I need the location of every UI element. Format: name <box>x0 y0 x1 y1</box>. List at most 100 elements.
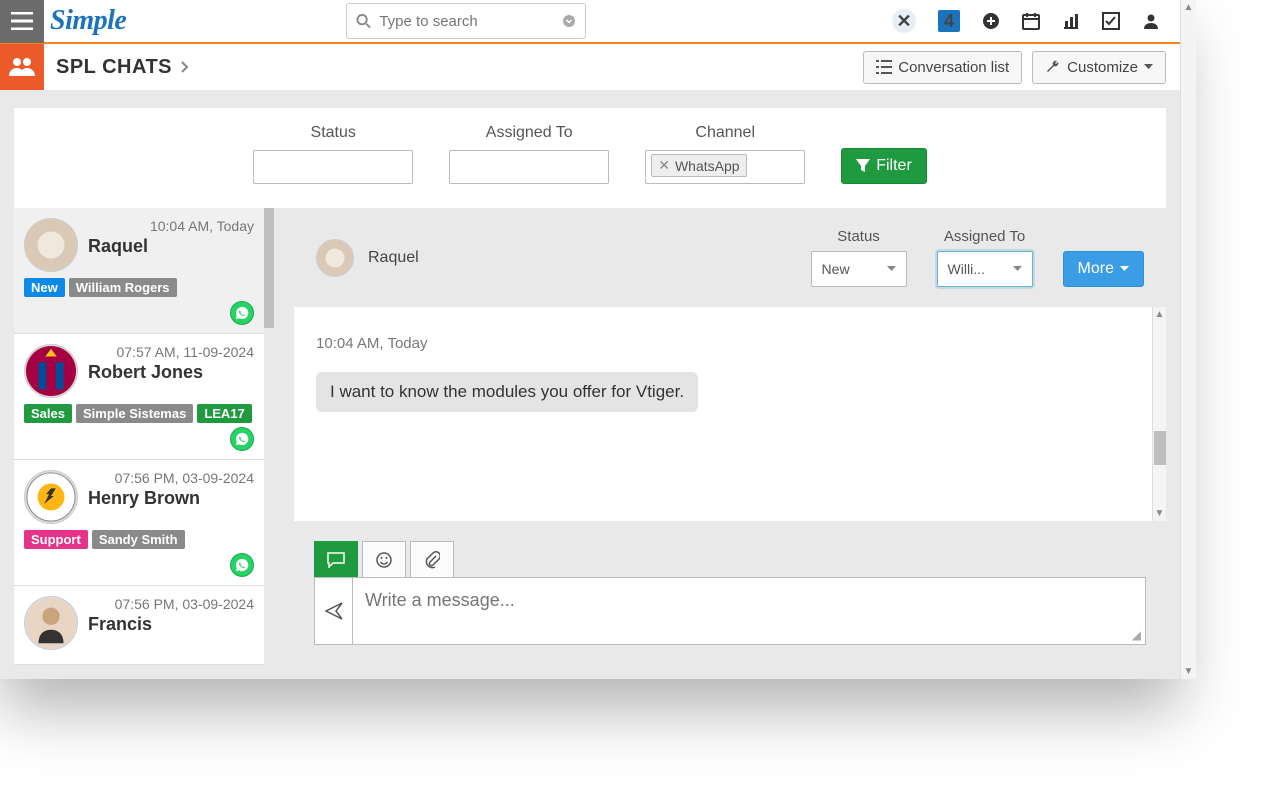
whatsapp-icon <box>230 427 254 451</box>
topbar: Simple ✕ 4 <box>0 0 1180 44</box>
page-title[interactable]: SPL CHATS <box>56 56 190 79</box>
speech-icon <box>327 552 345 568</box>
channel-label: Channel <box>695 124 755 142</box>
chat-time: 07:56 PM, 03-09-2024 <box>88 596 254 612</box>
logo[interactable]: Simple <box>44 5 136 37</box>
chat-time: 07:57 AM, 11-09-2024 <box>88 344 254 360</box>
calendar-icon[interactable] <box>1022 12 1040 30</box>
avatar <box>24 596 78 650</box>
chat-list-scrollbar[interactable] <box>264 208 274 665</box>
menu-hamburger[interactable] <box>0 0 44 43</box>
avatar <box>24 470 78 524</box>
customize-button[interactable]: Customize <box>1032 51 1166 84</box>
notification-count[interactable]: 4 <box>938 10 960 32</box>
whatsapp-icon <box>230 301 254 325</box>
badge: Sales <box>24 404 72 423</box>
chat-list: 10:04 AM, Today Raquel NewWilliam Rogers… <box>14 208 264 665</box>
window-scrollbar[interactable]: ▲ ▼ <box>1180 0 1196 679</box>
badge: Support <box>24 530 88 549</box>
global-search <box>346 3 586 39</box>
status-label: Status <box>311 124 356 142</box>
plus-icon[interactable] <box>982 12 1000 30</box>
conv-status-col: Status New <box>811 228 907 287</box>
send-icon <box>325 602 343 620</box>
channel-input[interactable]: ✕ WhatsApp <box>645 150 805 184</box>
badges: NewWilliam Rogers <box>24 278 254 297</box>
message-time: 10:04 AM, Today <box>316 335 1144 352</box>
badge: William Rogers <box>69 278 177 297</box>
badge: Sandy Smith <box>92 530 185 549</box>
chart-icon[interactable] <box>1062 12 1080 30</box>
filter-button[interactable]: Filter <box>841 148 927 184</box>
badge: Simple Sistemas <box>76 404 193 423</box>
user-icon[interactable] <box>1142 12 1160 30</box>
avatar <box>24 218 78 272</box>
chat-time: 10:04 AM, Today <box>88 218 254 234</box>
compose-tab-emoji[interactable] <box>362 541 406 577</box>
compose-tab-attach[interactable] <box>410 541 454 577</box>
chat-item[interactable]: 07:56 PM, 03-09-2024 Francis <box>14 586 264 665</box>
badge: LEA17 <box>197 404 251 423</box>
compose-input[interactable] <box>353 578 1128 644</box>
chat-name: Henry Brown <box>88 488 254 509</box>
search-input[interactable] <box>346 3 586 39</box>
badge: New <box>24 278 65 297</box>
chat-time: 07:56 PM, 03-09-2024 <box>88 470 254 486</box>
compose-tabs <box>314 541 1146 577</box>
module-icon[interactable] <box>0 44 44 90</box>
compose-area: ◢ <box>294 521 1166 665</box>
app-x-icon[interactable]: ✕ <box>892 9 916 33</box>
topbar-actions: ✕ 4 <box>892 9 1180 33</box>
conversation-avatar <box>316 239 354 277</box>
channel-chip[interactable]: ✕ WhatsApp <box>651 154 746 177</box>
logo-text: Simple <box>50 5 126 37</box>
whatsapp-icon <box>230 553 254 577</box>
badges: SalesSimple SistemasLEA17 <box>24 404 254 423</box>
caret-down-icon <box>1013 266 1022 272</box>
conversation-panel: Raquel Status New Assigned To <box>294 208 1166 665</box>
chat-name: Robert Jones <box>88 362 254 383</box>
conversation-name: Raquel <box>368 249 419 267</box>
list-icon <box>876 60 892 74</box>
wrench-icon <box>1045 59 1061 75</box>
conv-status-select[interactable]: New <box>811 251 907 287</box>
caret-down-icon <box>887 266 896 272</box>
filter-assigned: Assigned To <box>449 124 609 184</box>
assigned-input[interactable] <box>449 150 609 184</box>
funnel-icon <box>856 159 870 173</box>
conv-status-label: Status <box>837 228 880 245</box>
conversation-scrollbar[interactable]: ▲ ▼ <box>1152 307 1166 521</box>
conversation-body: 10:04 AM, Today I want to know the modul… <box>294 307 1166 521</box>
filter-status: Status <box>253 124 413 184</box>
module-actions: Conversation list Customize <box>863 51 1180 84</box>
conversation-list-button[interactable]: Conversation list <box>863 51 1022 84</box>
remove-chip-icon[interactable]: ✕ <box>658 157 670 174</box>
caret-down-icon <box>1144 64 1153 70</box>
compose-tab-message[interactable] <box>314 541 358 577</box>
chat-item[interactable]: 07:56 PM, 03-09-2024 Henry Brown Support… <box>14 460 264 586</box>
chevron-right-icon <box>180 60 190 74</box>
status-input[interactable] <box>253 150 413 184</box>
message-bubble: I want to know the modules you offer for… <box>316 372 698 412</box>
chat-item[interactable]: 07:57 AM, 11-09-2024 Robert Jones SalesS… <box>14 334 264 460</box>
paperclip-icon <box>424 551 440 569</box>
resize-handle[interactable]: ◢ <box>1128 626 1145 644</box>
chat-item[interactable]: 10:04 AM, Today Raquel NewWilliam Rogers <box>14 208 264 334</box>
module-bar: SPL CHATS Conversation list Customize <box>0 44 1180 90</box>
chat-name: Raquel <box>88 236 254 257</box>
compose-box: ◢ <box>314 577 1146 645</box>
send-button[interactable] <box>315 578 353 644</box>
conv-assigned-label: Assigned To <box>944 228 1025 245</box>
search-dropdown-icon[interactable] <box>562 14 576 28</box>
conv-assigned-col: Assigned To Willi... <box>937 228 1033 287</box>
chat-name: Francis <box>88 614 254 635</box>
badges: SupportSandy Smith <box>24 530 254 549</box>
filter-channel: Channel ✕ WhatsApp <box>645 124 805 184</box>
hamburger-icon <box>11 12 33 30</box>
conv-assigned-select[interactable]: Willi... <box>937 251 1033 287</box>
more-button[interactable]: More <box>1063 251 1144 287</box>
checkbox-icon[interactable] <box>1102 12 1120 30</box>
assigned-label: Assigned To <box>486 124 573 142</box>
avatar <box>24 344 78 398</box>
filter-row: Status Assigned To Channel ✕ WhatsApp Fi… <box>14 108 1166 208</box>
